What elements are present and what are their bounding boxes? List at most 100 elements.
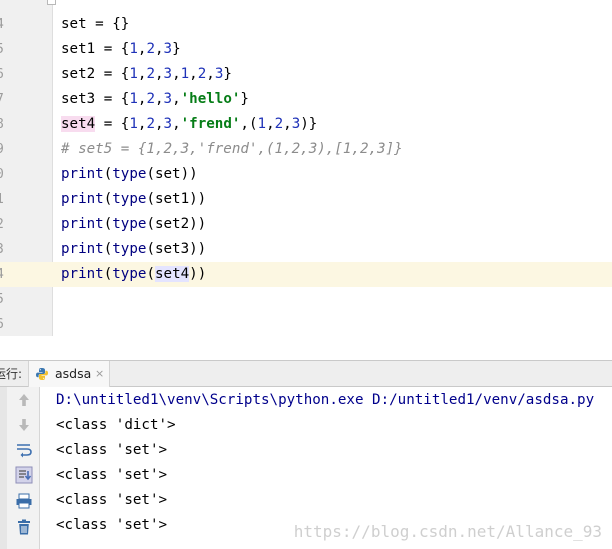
line-number: 5 — [0, 37, 4, 62]
run-tab-asdsa[interactable]: asdsa × — [28, 361, 110, 387]
line-number-cell: 7 — [0, 87, 52, 112]
fold-marker-icon[interactable] — [47, 0, 56, 5]
code-token: print — [61, 166, 104, 182]
code-token: 1 — [129, 116, 138, 132]
code-token: 2 — [146, 66, 155, 82]
code-token: , — [154, 116, 164, 132]
close-icon[interactable]: × — [95, 361, 104, 387]
code-token: type — [112, 241, 147, 257]
code-token: 3 — [163, 116, 173, 132]
code-token: , — [189, 66, 198, 82]
code-line[interactable]: 5 set1 = {1,2,3} — [0, 37, 612, 62]
code-token: ( — [103, 216, 113, 232]
code-token: 3 — [163, 41, 173, 57]
code-token: ( — [103, 166, 113, 182]
code-line[interactable]: 0 print(type(set)) — [0, 162, 612, 187]
code-token: set4 — [154, 266, 190, 282]
code-token: 1 — [129, 91, 138, 107]
code-line[interactable]: 4 set = {} — [0, 12, 612, 37]
code-text: print(type(set3)) — [61, 237, 206, 262]
code-text: set2 = {1,2,3,1,2,3} — [61, 62, 232, 87]
code-token: , — [172, 116, 181, 132]
line-number: 1 — [0, 187, 4, 212]
code-token: , — [154, 41, 164, 57]
line-number: 4 — [0, 262, 4, 287]
print-icon[interactable] — [15, 492, 33, 510]
code-token: set1 = { — [61, 41, 130, 57]
line-number-cell: 4 — [0, 12, 52, 37]
code-token: 2 — [146, 91, 155, 107]
line-number: 3 — [0, 237, 4, 262]
line-number: 4 — [0, 12, 4, 37]
code-token: # set5 = {1,2,3,'frend',(1,2,3),[1,2,3]} — [61, 141, 403, 157]
soft-wrap-icon[interactable] — [15, 441, 33, 459]
code-line[interactable]: 1 print(type(set1)) — [0, 187, 612, 212]
python-file-icon — [36, 368, 48, 380]
code-token: 2 — [146, 116, 155, 132]
trash-icon[interactable] — [15, 518, 33, 536]
run-label: 运行: — [0, 367, 23, 381]
code-token: set4 — [61, 116, 96, 132]
code-token: ( — [146, 266, 155, 282]
code-line[interactable]: 6 set2 = {1,2,3,1,2,3} — [0, 62, 612, 87]
run-panel-header: 运行: asdsa × — [0, 360, 612, 387]
code-token: ( — [103, 266, 113, 282]
code-text: print(type(set2)) — [61, 212, 206, 237]
code-line[interactable]: 7 set3 = {1,2,3,'hello'} — [0, 87, 612, 112]
code-line[interactable]: 8 set4 = {1,2,3,'frend',(1,2,3)} — [0, 112, 612, 137]
console-output-line: <class 'dict'> — [56, 417, 176, 433]
code-token: 3 — [163, 66, 173, 82]
code-editor[interactable]: 4set = {}5set1 = {1,2,3}6set2 = {1,2,3,1… — [0, 0, 612, 336]
line-number-cell: 6 — [0, 312, 52, 336]
code-token: 1 — [180, 66, 190, 82]
code-token: } — [223, 66, 232, 82]
line-number-cell: 9 — [0, 137, 52, 162]
code-token: print — [61, 266, 104, 282]
code-token: )} — [300, 116, 318, 132]
line-number: 0 — [0, 162, 4, 187]
line-number: 8 — [0, 112, 4, 137]
left-tool-strip — [0, 387, 7, 549]
code-text: set3 = {1,2,3,'hello'} — [61, 87, 249, 112]
code-token: ,( — [240, 116, 258, 132]
run-tab-label: asdsa — [55, 366, 92, 381]
line-number: 6 — [0, 62, 4, 87]
line-number-cell: 2 — [0, 212, 52, 237]
code-line[interactable]: 4 print(type(set4)) — [0, 262, 612, 287]
arrow-up-icon[interactable] — [15, 391, 33, 409]
code-token: type — [112, 216, 147, 232]
code-token: (set1)) — [146, 191, 207, 207]
code-token: ( — [103, 241, 113, 257]
code-token: , — [283, 116, 292, 132]
line-number-cell: 6 — [0, 62, 52, 87]
code-line[interactable]: 9 # set5 = {1,2,3,'frend',(1,2,3),[1,2,3]… — [0, 137, 612, 162]
code-text: # set5 = {1,2,3,'frend',(1,2,3),[1,2,3]} — [61, 137, 403, 162]
code-line[interactable]: 5 — [0, 287, 612, 312]
line-number: 5 — [0, 287, 4, 312]
scroll-to-end-icon[interactable] — [15, 466, 33, 484]
code-line[interactable]: 6 — [0, 312, 612, 336]
code-line[interactable]: 3 print(type(set3)) — [0, 237, 612, 262]
code-text: print(type(set4)) — [61, 262, 206, 287]
code-token: ( — [103, 191, 113, 207]
code-text: print(type(set)) — [61, 162, 198, 187]
line-number-cell: 1 — [0, 187, 52, 212]
code-token: } — [172, 41, 181, 57]
console-output[interactable]: D:\untitled1\venv\Scripts\python.exe D:/… — [40, 387, 612, 549]
code-token: 2 — [146, 41, 155, 57]
console-output-line: <class 'set'> — [56, 517, 168, 533]
code-token: 'frend' — [180, 116, 241, 132]
code-line[interactable]: 2 print(type(set2)) — [0, 212, 612, 237]
watermark: https://blog.csdn.net/Allance_93 — [293, 522, 602, 541]
code-token: 'hello' — [180, 91, 241, 107]
line-number: 2 — [0, 212, 4, 237]
code-token: set3 = { — [61, 91, 130, 107]
code-token: (set3)) — [146, 241, 207, 257]
arrow-down-icon[interactable] — [15, 416, 33, 434]
line-number: 7 — [0, 87, 4, 112]
code-text: print(type(set1)) — [61, 187, 206, 212]
code-text: set = {} — [61, 12, 129, 37]
code-token: , — [172, 66, 181, 82]
line-number-cell: 4 — [0, 262, 52, 287]
code-token: , — [154, 91, 164, 107]
